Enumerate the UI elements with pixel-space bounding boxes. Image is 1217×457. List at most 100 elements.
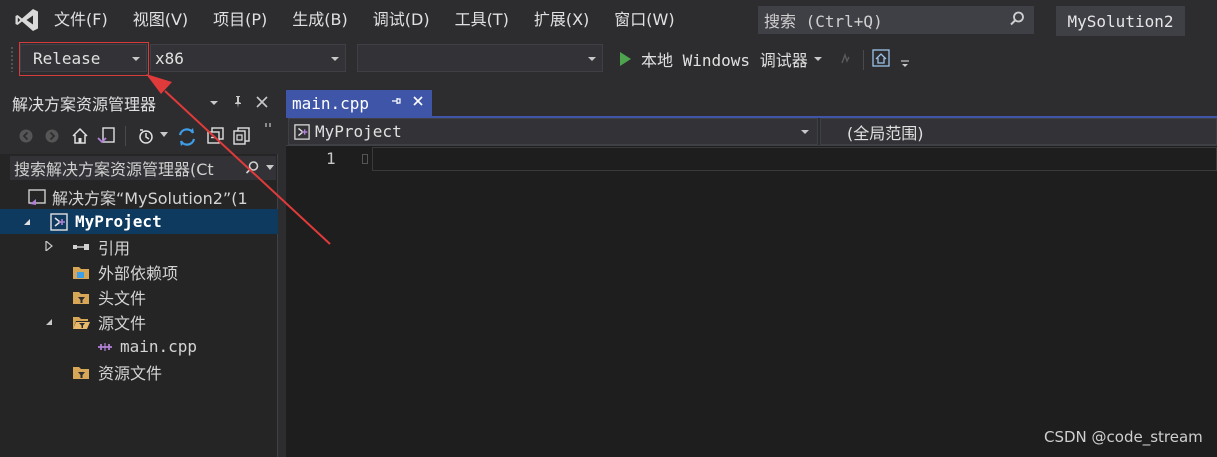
tab-main-cpp[interactable]: main.cpp [286,90,432,116]
tree-item-header-files[interactable]: 头文件 [0,284,278,309]
menu-build[interactable]: 生成(B) [292,8,347,32]
search-icon[interactable] [1008,10,1026,28]
chevron-down-icon[interactable] [266,165,274,171]
tree-item-label: MyProject [75,212,162,231]
toolbar-overflow-icon[interactable] [264,122,274,132]
forward-icon[interactable] [44,128,60,144]
expanded-caret-icon[interactable] [44,317,54,327]
home-icon[interactable] [70,126,90,146]
tab-tools [390,95,424,107]
close-icon[interactable] [254,94,270,110]
tree-item-label: 外部依赖项 [98,263,179,283]
tree-item-label: 引用 [98,238,131,258]
chevron-down-icon[interactable] [813,57,822,61]
show-all-files-icon[interactable] [232,126,252,146]
solution-explorer-search-input[interactable]: 搜索解决方案资源管理器(Ct [10,156,276,180]
visual-studio-logo-icon [15,9,38,31]
tree-item-label: 解决方案“MySolution2”(1 [52,188,248,208]
browser-link-icon[interactable] [872,49,890,67]
tree-item-label: 源文件 [98,313,147,333]
back-icon[interactable] [18,128,34,144]
project-scope-value: MyProject [315,122,402,141]
tab-label: main.cpp [292,93,370,113]
solution-explorer-title: 解决方案资源管理器 [12,95,157,114]
tree-item-label: main.cpp [120,337,198,356]
menu-tools[interactable]: 工具(T) [455,8,509,32]
tree-item-label: 资源文件 [98,363,163,383]
search-icon[interactable] [244,160,260,176]
quick-launch-placeholder: 搜索 (Ctrl+Q) [764,12,883,31]
cpp-project-icon [294,124,310,140]
filter-folder-open-icon [73,317,90,329]
outlining-marker[interactable] [362,154,368,164]
startup-item-dropdown[interactable] [357,44,603,72]
switch-views-icon[interactable] [96,126,116,146]
solution-icon [28,189,46,205]
menu-view[interactable]: 视图(V) [133,8,188,32]
project-scope-dropdown[interactable]: MyProject [288,118,818,145]
chevron-down-icon [801,130,809,134]
chevron-down-icon [588,57,596,61]
solution-platform-dropdown[interactable]: x86 [150,44,346,72]
member-scope-value: (全局范围) [847,123,924,143]
tree-item-main-cpp[interactable]: main.cpp [0,334,278,359]
tree-item-source-files[interactable]: 源文件 [0,309,278,334]
standard-toolbar: Release x86 本地 Windows 调试器 [0,40,1217,80]
menu-extensions[interactable]: 扩展(X) [534,8,589,32]
cpp-project-icon [50,213,68,231]
chevron-down-icon [331,57,339,61]
pin-tab-icon[interactable] [390,95,402,107]
play-icon [620,52,631,66]
menu-file[interactable]: 文件(F) [54,8,108,32]
visual-studio-window: 文件(F) 视图(V) 项目(P) 生成(B) 调试(D) 工具(T) 扩展(X… [0,0,1217,457]
collapse-all-icon[interactable] [206,126,226,146]
chevron-down-icon [132,57,140,61]
filter-folder-icon [73,292,89,304]
tree-item-solution[interactable]: 解决方案“MySolution2”(1 [0,184,278,209]
toolbar-separator [863,50,864,70]
quick-launch-search-input[interactable]: 搜索 (Ctrl+Q) [758,6,1034,34]
solution-name-badge[interactable]: MySolution2 [1056,6,1185,36]
current-line-highlight [372,147,1217,171]
toolbar-overflow-icon[interactable] [900,60,910,68]
external-deps-icon [73,267,89,279]
references-icon [73,244,89,250]
run-label: 本地 Windows 调试器 [641,51,808,70]
tree-item-label: 头文件 [98,288,147,308]
pin-icon[interactable] [230,94,246,110]
panel-options-dropdown-icon[interactable] [206,94,222,110]
tree-item-references[interactable]: 引用 [0,234,278,259]
close-tab-icon[interactable] [412,95,424,107]
menu-bar: 文件(F) 视图(V) 项目(P) 生成(B) 调试(D) 工具(T) 扩展(X… [0,0,1217,40]
toolbar-grip-handle[interactable] [10,46,14,72]
chevron-down-icon[interactable] [160,132,168,138]
solution-explorer-toolbar [0,118,278,154]
solution-configuration-dropdown[interactable]: Release [20,44,147,72]
member-scope-dropdown[interactable]: (全局范围) [820,118,1217,145]
menu-window[interactable]: 窗口(W) [614,8,674,32]
cpp-file-icon [98,343,112,351]
filter-folder-icon [73,367,89,379]
hot-reload-icon[interactable] [839,52,853,66]
sync-with-active-document-icon[interactable] [176,126,198,148]
solution-explorer-panel: 解决方案资源管理器 搜索解决方案资源管理器(Ct 解决方案“MySolution… [0,88,278,457]
start-debugging-button[interactable]: 本地 Windows 调试器 [614,46,822,72]
pending-changes-filter-icon[interactable] [136,126,156,146]
collapsed-caret-icon[interactable] [44,241,54,251]
tree-item-resource-files[interactable]: 资源文件 [0,359,278,384]
tree-item-project[interactable]: MyProject [0,209,278,234]
configuration-value: Release [33,48,101,68]
tree-item-external-dependencies[interactable]: 外部依赖项 [0,259,278,284]
menu-items: 文件(F) 视图(V) 项目(P) 生成(B) 调试(D) 工具(T) 扩展(X… [54,8,700,32]
toolbar-separator [125,126,126,146]
solution-explorer-title-bar[interactable]: 解决方案资源管理器 [0,88,278,118]
code-editor[interactable]: 1 [286,146,1217,457]
menu-project[interactable]: 项目(P) [213,8,267,32]
line-number: 1 [326,149,336,168]
solution-tree: 解决方案“MySolution2”(1 MyProject 引用 外部依赖项 头… [0,184,278,384]
expanded-caret-icon[interactable] [22,217,32,227]
menu-debug[interactable]: 调试(D) [373,8,430,32]
editor-navigation-bar: MyProject (全局范围) [286,118,1217,146]
explorer-search-placeholder: 搜索解决方案资源管理器(Ct [14,160,214,179]
platform-value: x86 [155,48,184,68]
